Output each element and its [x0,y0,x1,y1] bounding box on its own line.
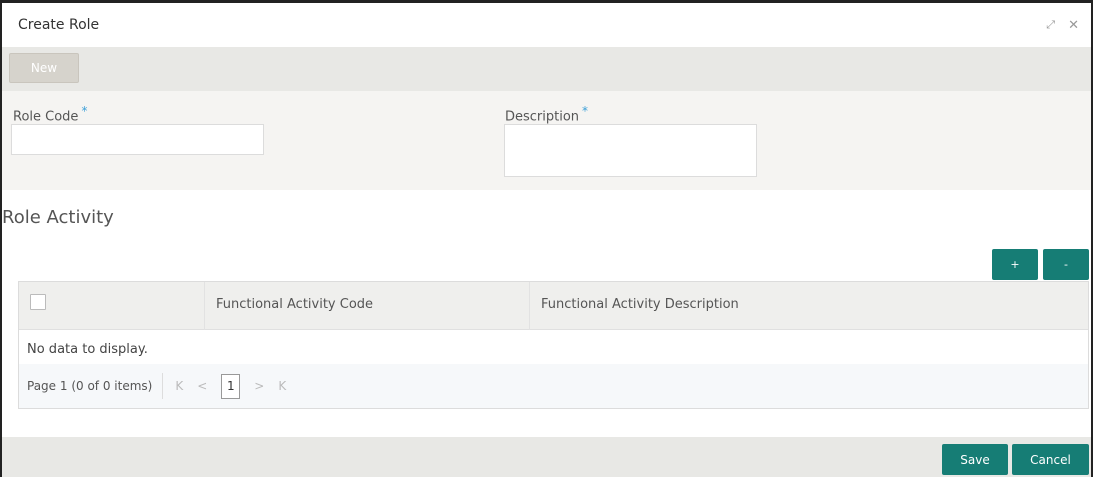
cancel-button[interactable]: Cancel [1012,444,1089,475]
remove-row-button[interactable]: - [1043,249,1089,280]
new-button[interactable]: New [9,53,79,83]
description-label-text: Description [505,109,580,125]
column-divider [529,282,530,330]
role-activity-title: Role Activity [2,207,114,228]
role-code-label: Role Code * [13,104,87,124]
close-icon[interactable]: ✕ [1068,18,1079,33]
save-button[interactable]: Save [942,444,1008,475]
column-divider [204,282,205,330]
description-label: Description * [505,104,588,124]
column-header-activity-description[interactable]: Functional Activity Description [541,297,739,312]
next-page-icon[interactable]: > [254,379,264,393]
create-role-dialog: Create Role ⤢ ✕ New Role Code * Descripti… [0,0,1093,477]
expand-icon[interactable]: ⤢ [1046,18,1055,32]
header-actions: ⤢ ✕ [1046,18,1079,33]
column-header-activity-code[interactable]: Functional Activity Code [216,297,373,312]
toolbar: New [2,47,1091,91]
last-page-icon[interactable]: K [278,379,286,393]
description-input[interactable] [504,124,757,177]
empty-message: No data to display. [27,342,148,357]
pagination: Page 1 (0 of 0 items) K < 1 > K [19,364,1088,408]
dialog-header: Create Role ⤢ ✕ [2,3,1091,47]
prev-page-icon[interactable]: < [197,379,207,393]
page-number-button[interactable]: 1 [221,373,241,399]
role-activity-table: Functional Activity Code Functional Acti… [18,281,1089,409]
role-code-label-text: Role Code [13,109,79,125]
role-form: Role Code * Description * [2,91,1091,190]
dialog-title: Create Role [18,17,100,33]
required-marker: * [81,104,88,118]
required-marker: * [582,104,589,118]
add-row-button[interactable]: + [992,249,1038,280]
table-header: Functional Activity Code Functional Acti… [19,282,1088,330]
page-info: Page 1 (0 of 0 items) [27,379,153,393]
role-code-input[interactable] [11,124,264,155]
first-page-icon[interactable]: K [175,379,183,393]
dialog-footer: Save Cancel [2,437,1091,477]
select-all-checkbox[interactable] [30,294,46,310]
pager-divider [162,373,164,399]
